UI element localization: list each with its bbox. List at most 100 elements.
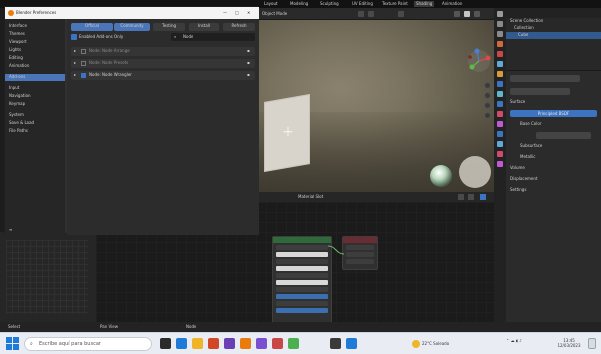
windows-start-icon[interactable] <box>6 337 19 350</box>
workspace-tab[interactable]: Sculpting <box>318 1 341 7</box>
addon-checkbox-checked[interactable] <box>81 73 86 78</box>
app-taskbar-icon[interactable] <box>256 338 267 349</box>
system-tray-icons[interactable]: ⌃ ☁ ◖ ♪ <box>506 338 546 350</box>
tab-testing[interactable]: Testing <box>153 23 185 31</box>
particles-tab-icon[interactable] <box>497 91 503 97</box>
prop-value-field[interactable] <box>536 132 591 139</box>
enabled-only-checkbox[interactable] <box>71 34 77 40</box>
app-taskbar-icon[interactable] <box>288 338 299 349</box>
material-output-node[interactable] <box>342 236 378 270</box>
weather-widget[interactable]: 22°C Soleado <box>412 338 462 350</box>
viewport-shading-icon[interactable] <box>454 11 460 17</box>
panel-heading[interactable]: Settings <box>510 187 597 194</box>
material-tab-icon[interactable] <box>497 111 503 117</box>
workspace-tab[interactable]: UV Editing <box>350 1 375 7</box>
output-tab-icon[interactable] <box>497 31 503 37</box>
tab-official[interactable]: Official <box>71 23 113 31</box>
panel-heading[interactable]: Volume <box>510 165 597 172</box>
view-layer-tab-icon[interactable] <box>497 41 503 47</box>
pan-icon[interactable] <box>484 92 491 99</box>
file-explorer-icon[interactable] <box>192 338 203 349</box>
sidebar-item-navigation[interactable]: Navigation <box>5 93 65 100</box>
data-tab-icon[interactable] <box>497 141 503 147</box>
sidebar-item-file-paths[interactable]: File Paths <box>5 128 65 135</box>
sidebar-item-animation[interactable]: Animation <box>5 63 65 70</box>
overlay-icon[interactable] <box>398 11 404 17</box>
render-tab-icon[interactable] <box>497 21 503 27</box>
outliner-row-selected[interactable]: Cube <box>506 32 601 39</box>
expand-chevron-icon[interactable]: ▸ <box>74 60 76 66</box>
snap-icon[interactable] <box>480 194 486 200</box>
rendered-shading-icon[interactable] <box>464 11 470 17</box>
app-taskbar-icon[interactable] <box>272 338 283 349</box>
object-tab-icon[interactable] <box>497 71 503 77</box>
tab-community[interactable]: Community <box>114 23 150 31</box>
workspace-tab[interactable]: Layout <box>262 1 280 7</box>
expand-chevron-icon[interactable]: ▸ <box>74 72 76 78</box>
material-preview-icon[interactable] <box>474 11 480 17</box>
hamburger-menu-icon[interactable]: ≡ <box>9 227 12 233</box>
prop-row[interactable]: Metallic <box>510 154 597 161</box>
taskbar-search-input[interactable]: ⌕ Escribe aquí para buscar <box>24 337 152 351</box>
outliner-row[interactable]: Collection <box>506 25 601 32</box>
app-taskbar-icon[interactable] <box>346 338 357 349</box>
principled-bsdf-node[interactable] <box>272 236 332 326</box>
3d-viewport[interactable]: + <box>258 20 494 192</box>
prop-row[interactable]: Base Color <box>510 121 597 128</box>
sidebar-item-keymap[interactable]: Keymap <box>5 101 65 108</box>
edge-browser-icon[interactable] <box>176 338 187 349</box>
task-view-icon[interactable] <box>160 338 171 349</box>
sidebar-item-addons[interactable]: Add-ons <box>5 74 65 81</box>
material-name-field[interactable] <box>510 88 570 95</box>
notifications-icon[interactable] <box>588 338 596 349</box>
clock[interactable]: 13:45 12/03/2023 <box>554 338 584 350</box>
install-button[interactable]: Install <box>189 23 219 31</box>
expand-chevron-icon[interactable]: ▸ <box>74 48 76 54</box>
office-icon[interactable] <box>208 338 219 349</box>
addon-search-input[interactable]: ⌕ Node <box>171 33 255 41</box>
material-selector[interactable] <box>510 75 580 82</box>
surface-shader-field[interactable]: Principled BSDF <box>510 110 597 117</box>
panel-heading[interactable]: Displacement <box>510 176 597 183</box>
scene-tab-icon[interactable] <box>497 51 503 57</box>
workspace-tab[interactable]: Texture Paint <box>380 1 410 7</box>
sidebar-item-themes[interactable]: Themes <box>5 31 65 38</box>
sidebar-item-viewport[interactable]: Viewport <box>5 39 65 46</box>
workspace-tab[interactable]: Modeling <box>288 1 310 7</box>
addon-row[interactable]: ▸ Node: Node Presets ▪ <box>71 59 255 68</box>
addon-checkbox[interactable] <box>81 49 86 54</box>
tool-tab-icon[interactable] <box>497 11 503 17</box>
backdrop-icon[interactable] <box>468 194 474 200</box>
close-icon[interactable]: ✕ <box>247 10 250 16</box>
texture-nodes-tab-icon[interactable] <box>497 161 503 167</box>
prop-row[interactable]: Subsurface <box>510 143 597 150</box>
maximize-icon[interactable]: □ <box>235 10 239 16</box>
sidebar-item-editing[interactable]: Editing <box>5 55 65 62</box>
perspective-icon[interactable] <box>484 112 491 119</box>
sidebar-item-save-load[interactable]: Save & Load <box>5 120 65 127</box>
material-slot-dropdown[interactable]: Material Slot <box>298 194 328 200</box>
addon-checkbox[interactable] <box>81 61 86 66</box>
store-icon[interactable] <box>224 338 235 349</box>
pin-icon[interactable] <box>458 194 464 200</box>
cursor-tool-icon[interactable] <box>368 11 374 17</box>
addon-row[interactable]: ▸ Node: Node Wrangler ▪ <box>71 71 255 80</box>
refresh-button[interactable]: Refresh <box>223 23 255 31</box>
workspace-tab[interactable]: Animation <box>440 1 464 7</box>
addon-row[interactable]: ▸ Node: Node Arrange ▪ <box>71 47 255 56</box>
shading-tab-icon[interactable] <box>497 151 503 157</box>
sidebar-item-system[interactable]: System <box>5 112 65 119</box>
sidebar-item-input[interactable]: Input <box>5 85 65 92</box>
navigation-gizmo-icon[interactable] <box>466 48 492 74</box>
physics-tab-icon[interactable] <box>497 101 503 107</box>
sidebar-item-lights[interactable]: Lights <box>5 47 65 54</box>
camera-icon[interactable] <box>484 102 491 109</box>
minimize-icon[interactable]: — <box>223 10 227 16</box>
texture-tab-icon[interactable] <box>497 121 503 127</box>
sidebar-item-interface[interactable]: Interface <box>5 23 65 30</box>
workspace-tab-active[interactable]: Shading <box>414 1 435 7</box>
outliner-row[interactable]: Scene Collection <box>506 18 601 25</box>
app-taskbar-icon[interactable] <box>330 338 341 349</box>
zoom-icon[interactable] <box>484 82 491 89</box>
modifier-tab-icon[interactable] <box>497 81 503 87</box>
